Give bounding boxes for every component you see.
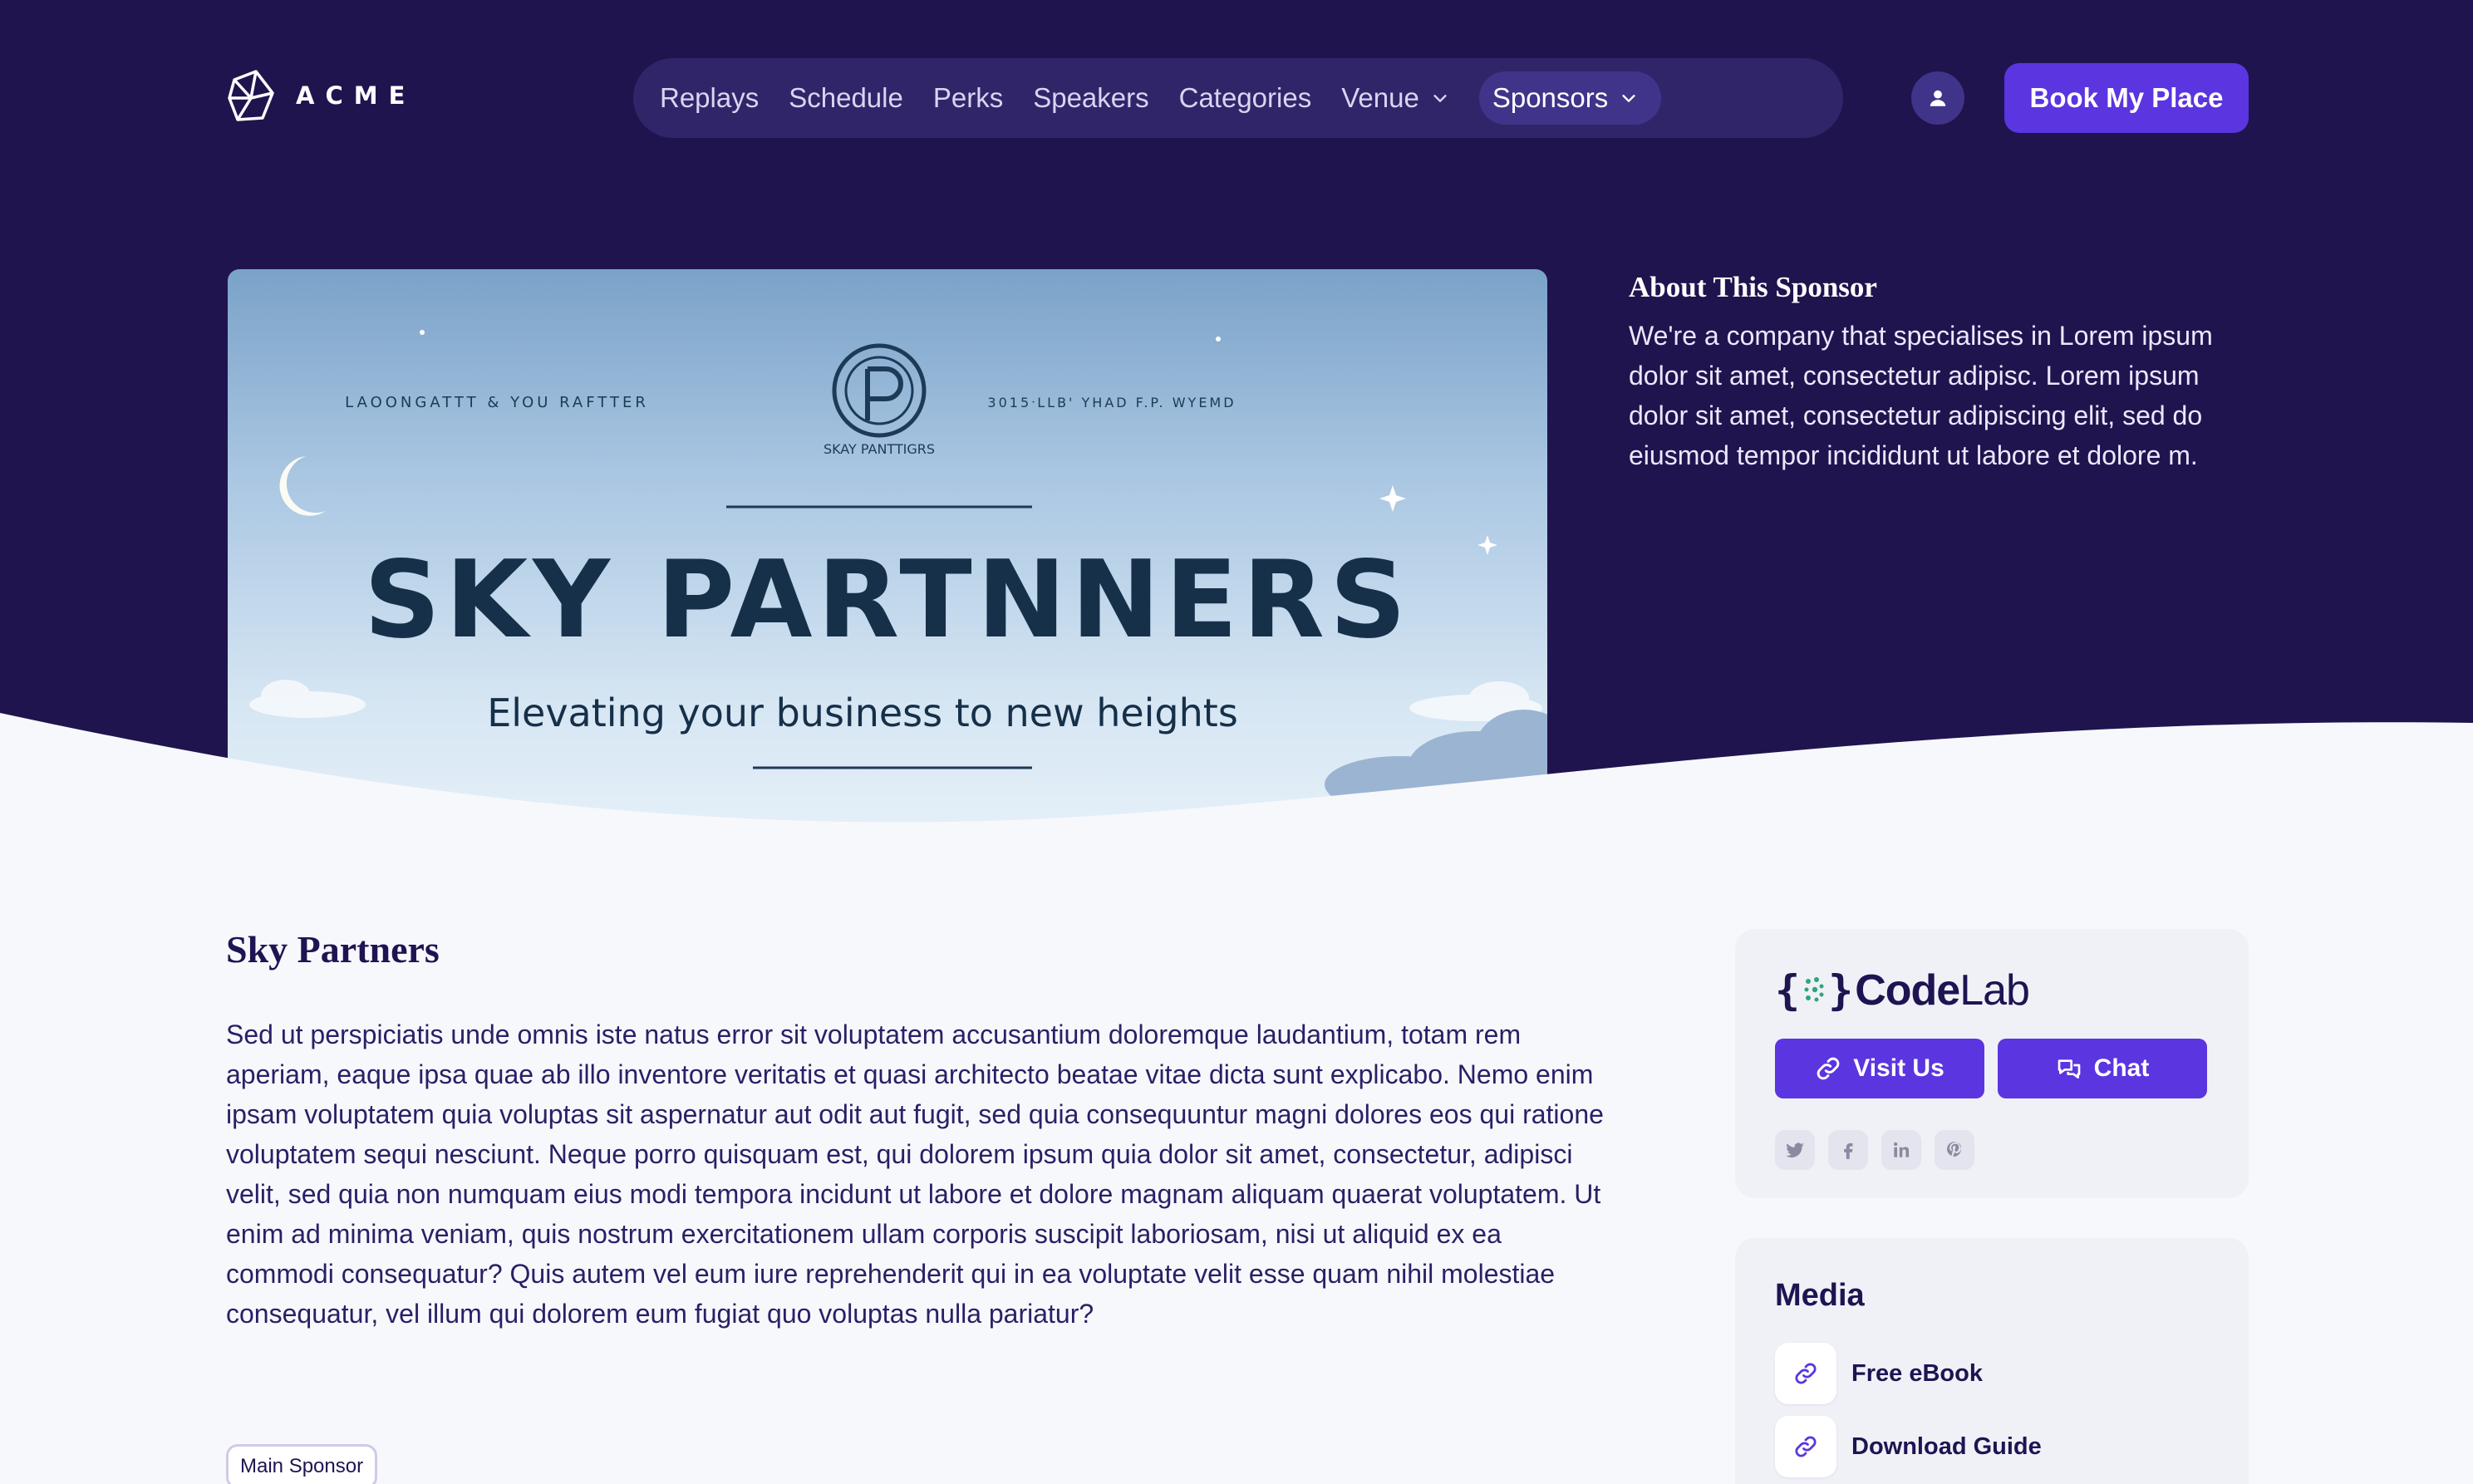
brand-logo[interactable]: ACME	[226, 68, 415, 123]
chevron-down-icon	[1622, 95, 1635, 102]
chat-button[interactable]: Chat	[1998, 1039, 2207, 1098]
media-item-free-ebook[interactable]: Free eBook	[1775, 1343, 1983, 1404]
link-icon	[1775, 1416, 1836, 1477]
nav-item-sponsors[interactable]: Sponsors	[1478, 71, 1662, 125]
nav-item-speakers[interactable]: Speakers	[1033, 71, 1178, 125]
sponsor-details: Sky Partners Sed ut perspiciatis unde om…	[226, 927, 1605, 1484]
sponsor-card: { } Code Lab Visit Us Chat	[1735, 929, 2249, 1198]
about-body: We're a company that specialises in Lore…	[1629, 321, 2213, 470]
nav-item-schedule[interactable]: Schedule	[789, 71, 933, 125]
nav-label: Venue	[1341, 82, 1419, 113]
chevron-down-icon	[1433, 95, 1447, 102]
main-nav: Replays Schedule Perks Speakers Categori…	[633, 58, 1843, 138]
nav-item-replays[interactable]: Replays	[660, 71, 789, 125]
codelab-logo: { } Code Lab	[1775, 966, 2030, 1015]
nav-label: Speakers	[1033, 82, 1149, 113]
banner-tagline-left: LAOONGATTT & YOU RAFTTER	[345, 394, 649, 411]
media-title: Media	[1775, 1278, 1865, 1313]
sponsor-tier-badge: Main Sponsor	[226, 1444, 378, 1484]
banner-logo-caption: SKAY PANTTIGRS	[824, 441, 935, 457]
nav-label: Schedule	[789, 82, 903, 113]
visit-us-label: Visit Us	[1853, 1054, 1944, 1082]
about-title: About This Sponsor	[1629, 271, 1877, 303]
pinterest-icon[interactable]	[1935, 1130, 1974, 1170]
user-icon	[1930, 90, 1946, 106]
logo-brace-left: {	[1775, 966, 1801, 1015]
media-card: Media Free eBook Download Guide	[1735, 1238, 2249, 1484]
nav-item-venue[interactable]: Venue	[1341, 71, 1479, 125]
linkedin-icon[interactable]	[1881, 1130, 1921, 1170]
about-sponsor: About This Sponsor We're a company that …	[1629, 271, 2252, 475]
link-icon	[1775, 1343, 1836, 1404]
nav-item-perks[interactable]: Perks	[933, 71, 1033, 125]
nav-label: Replays	[660, 82, 760, 113]
site-header: ACME Replays Schedule Perks Speakers Cat…	[0, 0, 2473, 199]
media-item-label: Free eBook	[1851, 1359, 1983, 1387]
nav-label: Perks	[932, 82, 1004, 113]
account-button[interactable]	[1911, 71, 1964, 125]
sponsor-description: Sed ut perspiciatis unde omnis iste natu…	[226, 1020, 1604, 1329]
visit-us-button[interactable]: Visit Us	[1775, 1039, 1984, 1098]
sponsor-banner-image: SKAY PANTTIGRS LAOONGATTT & YOU RAFTTER …	[228, 269, 1547, 851]
nav-label: Categories	[1178, 82, 1312, 113]
sponsor-name: Sky Partners	[226, 928, 440, 970]
link-icon	[1817, 1057, 1840, 1080]
brand-name: ACME	[296, 81, 416, 110]
social-links	[1775, 1130, 1974, 1170]
media-item-label: Download Guide	[1851, 1432, 2042, 1460]
facebook-icon[interactable]	[1828, 1130, 1868, 1170]
book-my-place-button[interactable]: Book My Place	[2004, 63, 2249, 133]
media-item-download-guide[interactable]: Download Guide	[1775, 1416, 2042, 1477]
twitter-icon[interactable]	[1775, 1130, 1815, 1170]
logo-brace-right: }	[1828, 966, 1854, 1015]
chat-label: Chat	[2093, 1054, 2150, 1082]
nav-label: Sponsors	[1492, 82, 1609, 113]
banner-subline: Elevating your business to new heights	[487, 690, 1238, 735]
logo-dots-icon	[1804, 977, 1824, 1002]
banner-headline: SKY PARTNNERS	[364, 538, 1411, 662]
acme-logo-icon	[228, 70, 274, 121]
banner-tagline-right: 3015ᐧLLB' YHAD F.P. WYEMD	[987, 395, 1236, 410]
logo-lab-text: Lab	[1959, 966, 2030, 1015]
nav-item-categories[interactable]: Categories	[1179, 71, 1342, 125]
chat-icon	[2058, 1059, 2080, 1079]
logo-code-text: Code	[1855, 966, 1960, 1015]
